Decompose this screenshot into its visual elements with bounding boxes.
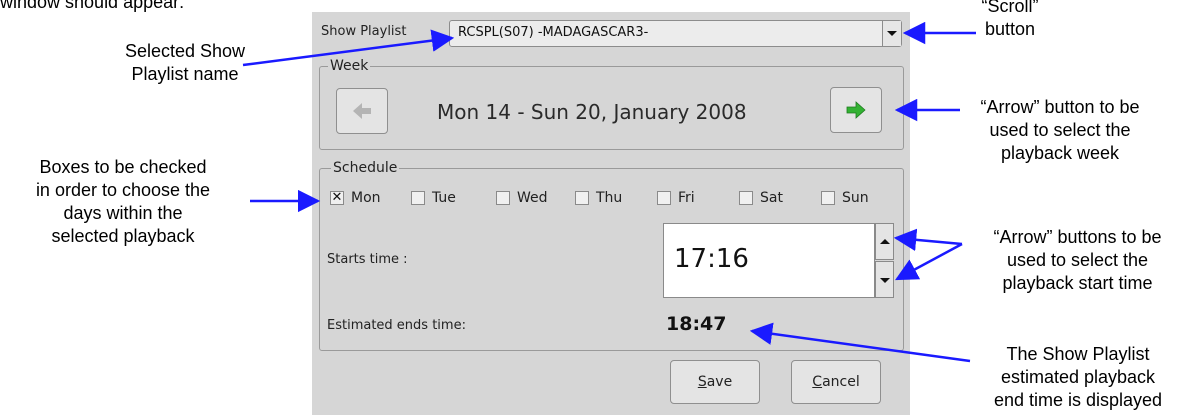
cancel-label: ancel	[822, 374, 860, 390]
callout-line: used to select the	[989, 120, 1131, 140]
time-down-button[interactable]	[875, 261, 894, 298]
playlist-combobox[interactable]: RCSPL(S07) -MADAGASCAR3-	[449, 20, 902, 47]
callout-line: Boxes to be checked	[39, 157, 207, 177]
checkbox[interactable]	[739, 191, 753, 205]
day-label: Thu	[596, 190, 623, 206]
callout-checkboxes: Boxes to be checked in order to choose t…	[0, 156, 246, 268]
week-range-text: Mon 14 - Sun 20, January 2008	[437, 100, 747, 124]
callout-line: “Arrow” buttons to be	[993, 227, 1162, 247]
callout-line: Selected Show	[124, 41, 246, 61]
chevron-down-icon	[880, 278, 890, 283]
checkbox[interactable]	[575, 191, 589, 205]
checkbox[interactable]	[657, 191, 671, 205]
save-label: ave	[706, 374, 733, 390]
starts-time-value: 17:16	[674, 244, 749, 274]
playlist-value: RCSPL(S07) -MADAGASCAR3-	[458, 25, 649, 40]
checkbox[interactable]	[821, 191, 835, 205]
callout-line: button	[984, 19, 1036, 39]
callout-line: playback week	[1000, 143, 1120, 163]
save-button[interactable]: Save	[670, 360, 760, 404]
week-group-label: Week	[328, 58, 371, 74]
day-label: Mon	[351, 190, 381, 206]
callout-end-time: The Show Playlist estimated playback end…	[963, 343, 1193, 412]
prev-week-button[interactable]	[336, 88, 388, 134]
cancel-button[interactable]: Cancel	[791, 360, 881, 404]
callout-arrow-week: “Arrow” button to be used to select the …	[935, 96, 1185, 165]
estimated-end-label: Estimated ends time:	[327, 318, 466, 333]
cancel-mnemonic: C	[812, 374, 823, 390]
checkbox[interactable]	[496, 191, 510, 205]
chevron-down-icon	[887, 31, 897, 36]
day-label: Tue	[432, 190, 456, 206]
schedule-group-label: Schedule	[331, 160, 400, 176]
day-label: Fri	[678, 190, 695, 206]
starts-time-input[interactable]: 17:16	[663, 223, 875, 298]
intro-text: window should appear:	[0, 0, 185, 12]
estimated-end-value: 18:47	[666, 313, 727, 335]
callout-line: days within the	[63, 203, 183, 223]
callout-arrow-time: “Arrow” buttons to be used to select the…	[955, 226, 1200, 295]
callout-line: used to select the	[1006, 250, 1149, 270]
callout-line: end time is displayed	[993, 390, 1163, 410]
chevron-up-icon	[880, 239, 890, 244]
callout-selected-playlist: Selected Show Playlist name	[90, 40, 280, 86]
callout-line: selected playback	[51, 226, 195, 246]
starts-time-label: Starts time :	[327, 252, 408, 267]
save-mnemonic: S	[697, 374, 707, 390]
callout-line: Playlist name	[131, 64, 239, 84]
callout-line: “Arrow” button to be	[980, 97, 1140, 117]
callout-line: “Scroll”	[981, 0, 1039, 16]
checkbox[interactable]	[411, 191, 425, 205]
callout-line: playback start time	[1002, 273, 1153, 293]
day-label: Sat	[760, 190, 783, 206]
callout-line: estimated playback	[1000, 367, 1156, 387]
checkbox[interactable]: ✕	[330, 191, 344, 205]
day-label: Wed	[517, 190, 548, 206]
callout-scroll-button: “Scroll” button	[960, 0, 1060, 41]
day-label: Sun	[842, 190, 869, 206]
playlist-scroll-button[interactable]	[882, 21, 901, 46]
left-arrow-icon	[353, 103, 371, 119]
callout-line: The Show Playlist	[1006, 344, 1150, 364]
right-arrow-icon	[846, 101, 866, 119]
time-up-button[interactable]	[875, 223, 894, 260]
playlist-label: Show Playlist	[321, 24, 407, 39]
callout-line: in order to choose the	[35, 180, 211, 200]
next-week-button[interactable]	[830, 87, 882, 133]
